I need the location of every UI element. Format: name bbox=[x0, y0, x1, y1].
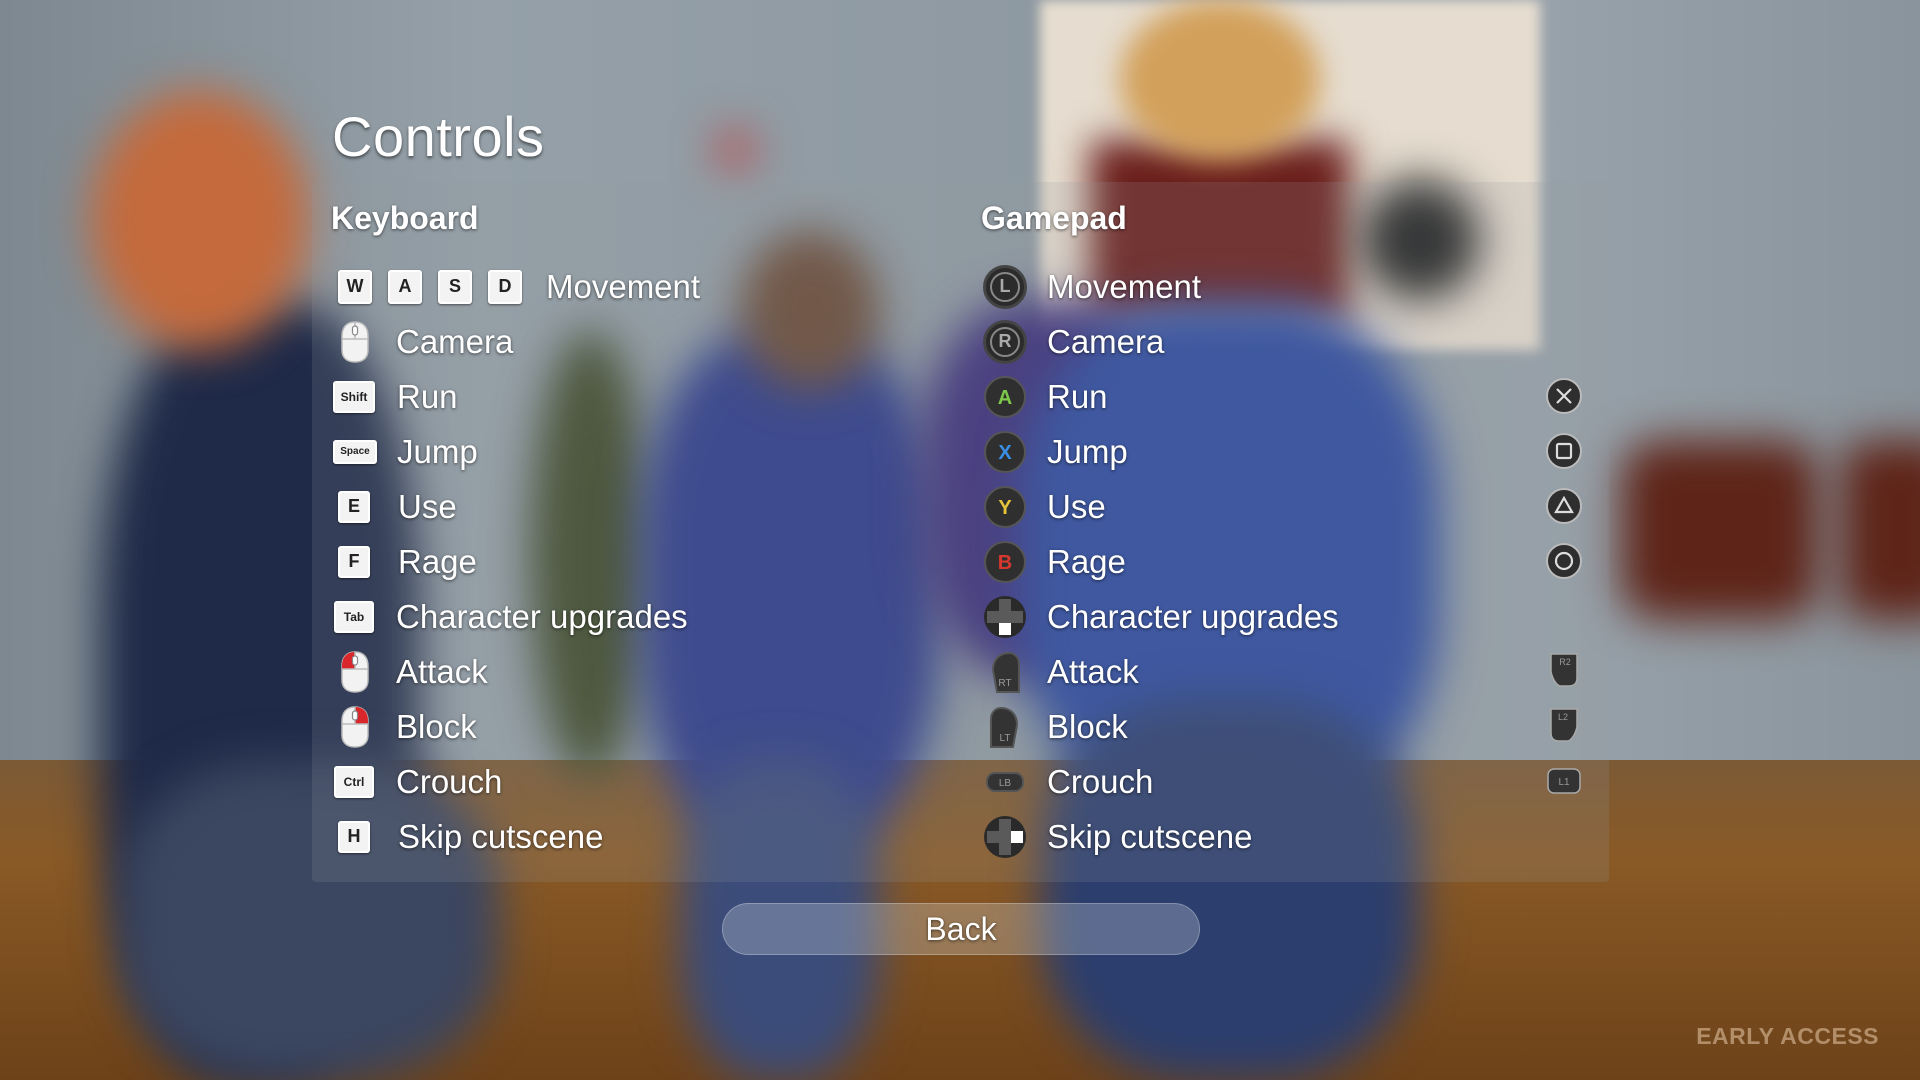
gamepad-label-skip-cutscene: Skip cutscene bbox=[1047, 817, 1253, 855]
xbox-y-button-icon: Y bbox=[983, 485, 1027, 529]
svg-text:LT: LT bbox=[1000, 733, 1011, 744]
gamepad-label-movement: Movement bbox=[1047, 267, 1202, 305]
ps-l1-bumper-icon: L1 bbox=[1545, 762, 1583, 800]
keyboard-row-camera: Camera bbox=[338, 314, 513, 369]
keyboard-row-character-upgrades: Tab Character upgrades bbox=[334, 589, 688, 644]
keyboard-label-rage: Rage bbox=[398, 542, 477, 580]
svg-text:L1: L1 bbox=[1558, 777, 1570, 788]
gamepad-row-character-upgrades: Character upgrades bbox=[983, 589, 1339, 644]
key-tab: Tab bbox=[334, 600, 374, 633]
keyboard-row-use: E Use bbox=[338, 479, 457, 534]
gamepad-label-rage: Rage bbox=[1047, 542, 1126, 580]
ps-square-icon bbox=[1545, 432, 1583, 470]
key-shift: Shift bbox=[333, 380, 375, 413]
gamepad-label-run: Run bbox=[1047, 377, 1108, 415]
keyboard-row-skip-cutscene: H Skip cutscene bbox=[338, 809, 603, 864]
gamepad-row-crouch: LB Crouch bbox=[983, 754, 1153, 809]
gamepad-label-crouch: Crouch bbox=[1047, 762, 1154, 800]
gamepad-row-jump: X Jump bbox=[983, 424, 1128, 479]
keyboard-row-block: Block bbox=[338, 699, 477, 754]
gamepad-row-camera: R Camera bbox=[983, 314, 1164, 369]
keyboard-label-movement: Movement bbox=[546, 267, 701, 305]
gamepad-label-camera: Camera bbox=[1047, 322, 1165, 360]
gamepad-row-rage: B Rage bbox=[983, 534, 1126, 589]
keyboard-row-rage: F Rage bbox=[338, 534, 477, 589]
right-stick-icon: R bbox=[983, 319, 1027, 364]
gamepad-label-use: Use bbox=[1047, 487, 1106, 525]
gamepad-row-use: Y Use bbox=[983, 479, 1106, 534]
mouse-move-icon bbox=[338, 320, 372, 364]
gamepad-row-block: LT Block bbox=[983, 699, 1128, 754]
svg-text:L2: L2 bbox=[1558, 712, 1568, 722]
keyboard-label-block: Block bbox=[396, 707, 477, 745]
ps-circle-icon bbox=[1545, 542, 1583, 580]
keyboard-label-crouch: Crouch bbox=[396, 762, 503, 800]
keyboard-heading: Keyboard bbox=[331, 200, 479, 236]
gamepad-row-attack: RT Attack bbox=[983, 644, 1139, 699]
key-f: F bbox=[338, 545, 370, 578]
keyboard-label-skip-cutscene: Skip cutscene bbox=[398, 817, 604, 855]
key-s: S bbox=[438, 269, 472, 304]
svg-text:X: X bbox=[998, 442, 1012, 464]
gamepad-row-movement: L Movement bbox=[983, 259, 1201, 314]
gamepad-label-block: Block bbox=[1047, 707, 1128, 745]
keyboard-row-run: Shift Run bbox=[333, 369, 458, 424]
left-stick-icon: L bbox=[983, 264, 1027, 309]
xbox-lb-bumper-icon: LB bbox=[983, 760, 1027, 804]
xbox-rt-trigger-icon: RT bbox=[983, 650, 1027, 694]
svg-text:Y: Y bbox=[998, 497, 1012, 519]
ps-cross-icon bbox=[1545, 377, 1583, 415]
xbox-lt-trigger-icon: LT bbox=[983, 705, 1027, 749]
gamepad-label-jump: Jump bbox=[1047, 432, 1128, 470]
key-w: W bbox=[338, 269, 372, 304]
back-button[interactable]: Back bbox=[722, 903, 1200, 955]
gamepad-row-run: A Run bbox=[983, 369, 1108, 424]
keyboard-label-attack: Attack bbox=[396, 652, 488, 690]
early-access-watermark: EARLY ACCESS bbox=[1696, 1023, 1879, 1049]
xbox-a-button-icon: A bbox=[983, 375, 1027, 419]
dpad-right-icon bbox=[983, 815, 1027, 859]
gamepad-row-skip-cutscene: Skip cutscene bbox=[983, 809, 1252, 864]
svg-text:A: A bbox=[998, 387, 1012, 409]
wasd-keys: W A S D bbox=[338, 269, 522, 304]
keyboard-label-camera: Camera bbox=[396, 322, 514, 360]
gamepad-heading: Gamepad bbox=[981, 200, 1127, 236]
key-space: Space bbox=[333, 439, 377, 464]
key-h: H bbox=[338, 820, 370, 853]
keyboard-label-use: Use bbox=[398, 487, 457, 525]
key-ctrl: Ctrl bbox=[334, 765, 374, 798]
svg-text:B: B bbox=[998, 552, 1012, 574]
key-a: A bbox=[388, 269, 422, 304]
dpad-down-icon bbox=[983, 595, 1027, 639]
ps-l2-trigger-icon: L2 bbox=[1545, 705, 1583, 743]
key-d: D bbox=[488, 269, 522, 304]
ps-r2-trigger-icon: R2 bbox=[1545, 650, 1583, 688]
gamepad-label-attack: Attack bbox=[1047, 652, 1139, 690]
svg-text:RT: RT bbox=[998, 678, 1011, 689]
keyboard-row-crouch: Ctrl Crouch bbox=[334, 754, 502, 809]
keyboard-label-run: Run bbox=[397, 377, 458, 415]
keyboard-row-jump: Space Jump bbox=[333, 424, 478, 479]
gamepad-label-character-upgrades: Character upgrades bbox=[1047, 597, 1339, 635]
xbox-b-button-icon: B bbox=[983, 540, 1027, 584]
xbox-x-button-icon: X bbox=[983, 430, 1027, 474]
page-title: Controls bbox=[332, 105, 545, 168]
mouse-left-click-icon bbox=[338, 650, 372, 694]
mouse-right-click-icon bbox=[338, 705, 372, 749]
keyboard-label-jump: Jump bbox=[397, 432, 478, 470]
svg-text:LB: LB bbox=[999, 778, 1012, 789]
keyboard-row-attack: Attack bbox=[338, 644, 488, 699]
keyboard-label-character-upgrades: Character upgrades bbox=[396, 597, 688, 635]
ps-triangle-icon bbox=[1545, 487, 1583, 525]
svg-text:R2: R2 bbox=[1559, 657, 1571, 667]
keyboard-row-movement: W A S D Movement bbox=[338, 259, 700, 314]
key-e: E bbox=[338, 490, 370, 523]
